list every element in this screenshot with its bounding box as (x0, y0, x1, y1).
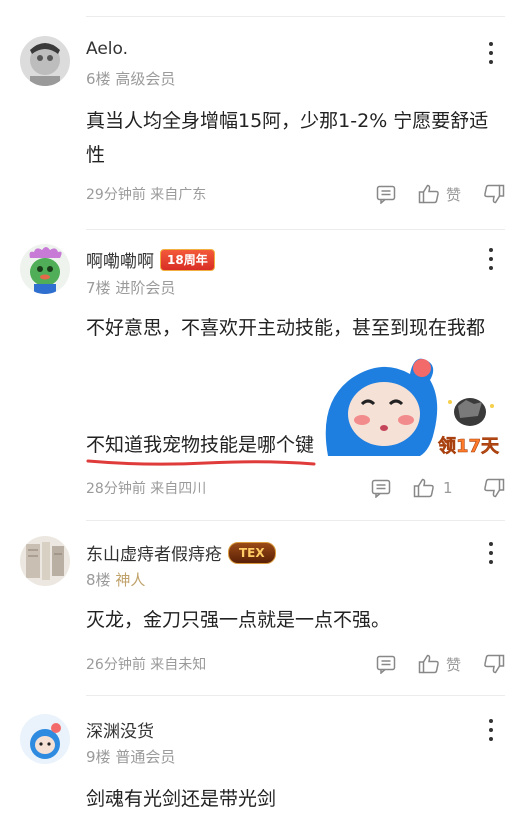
divider (86, 16, 505, 17)
comment-time-location: 28分钟前 来自四川 (86, 481, 207, 497)
divider (86, 695, 505, 696)
reply-icon (371, 479, 391, 498)
reply-icon (376, 185, 396, 204)
like-button[interactable]: 1 (413, 478, 461, 498)
floor-number: 8楼 (86, 571, 111, 589)
avatar[interactable] (20, 536, 70, 586)
comment-meta: 6楼 高级会员 (86, 68, 175, 89)
member-level: 进阶会员 (115, 279, 176, 297)
like-label: 赞 (445, 655, 461, 674)
red-underline-annotation (86, 459, 316, 466)
like-button[interactable]: 赞 (418, 184, 461, 205)
dislike-button[interactable] (483, 184, 505, 204)
username[interactable]: Aelo. (86, 39, 128, 59)
thumbs-down-icon (484, 184, 505, 204)
comment-text: 剑魂有光剑还是带光剑 (86, 788, 277, 810)
like-count: 1 (443, 479, 453, 497)
avatar[interactable] (20, 244, 70, 294)
floor-number: 7楼 (86, 279, 111, 297)
username[interactable]: 东山虚痔者假痔疮 TEX (86, 540, 276, 565)
more-options-icon[interactable] (481, 542, 501, 564)
divider (86, 520, 505, 521)
thumbs-down-icon (484, 654, 505, 674)
member-level: 高级会员 (115, 70, 176, 88)
more-options-icon[interactable] (481, 248, 501, 270)
comment-text: 真当人均全身增幅15阿，少那1-2% 宁愿要舒适性 (86, 110, 489, 166)
username[interactable]: 深渊没货 (86, 717, 154, 742)
member-level: 普通会员 (115, 748, 176, 766)
comment-footer: 26分钟前 来自未知 赞 (86, 652, 505, 676)
avatar[interactable] (20, 714, 70, 764)
reply-button[interactable] (376, 654, 396, 674)
dislike-button[interactable] (483, 654, 505, 674)
divider (86, 229, 505, 230)
username-text[interactable]: 东山虚痔者假痔疮 (86, 540, 222, 565)
member-level: 神人 (115, 571, 146, 589)
reply-icon (376, 655, 396, 674)
comment-footer: 28分钟前 来自四川 1 (86, 476, 505, 500)
comment-time-location: 26分钟前 来自未知 (86, 657, 207, 673)
reply-button[interactable] (376, 184, 396, 204)
comment-footer: 29分钟前 来自广东 赞 (86, 182, 505, 206)
username[interactable]: 啊嘞嘞啊 18周年 (86, 247, 215, 272)
comment-text: 灭龙，金刀只强一点就是一点不强。 (86, 609, 391, 631)
thumbs-up-icon (418, 654, 439, 674)
comment-thread: Aelo. 6楼 高级会员 真当人均全身增幅15阿，少那1-2% 宁愿要舒适性 … (0, 0, 525, 815)
promo-gift-box[interactable]: 领17天 (436, 392, 506, 462)
more-options-icon[interactable] (481, 719, 501, 741)
comment-time-location: 29分钟前 来自广东 (86, 187, 207, 203)
promo-label: 领17天 (438, 436, 500, 458)
thumbs-up-icon (418, 184, 439, 204)
avatar[interactable] (20, 36, 70, 86)
anniversary-badge[interactable]: 18周年 (160, 248, 215, 271)
like-label: 赞 (445, 185, 461, 204)
thumbs-up-icon (413, 478, 434, 498)
dislike-button[interactable] (483, 478, 505, 498)
like-button[interactable]: 赞 (418, 654, 461, 675)
username-text[interactable]: 深渊没货 (86, 717, 154, 742)
comment-meta: 8楼 神人 (86, 569, 145, 590)
username-text[interactable]: 啊嘞嘞啊 (86, 247, 154, 272)
username-text[interactable]: Aelo. (86, 39, 128, 59)
tex-badge[interactable]: TEX (228, 541, 276, 564)
emoji-sticker (322, 352, 440, 456)
comment-meta: 7楼 进阶会员 (86, 277, 175, 298)
floor-number: 9楼 (86, 748, 111, 766)
comment-meta: 9楼 普通会员 (86, 746, 175, 767)
floor-number: 6楼 (86, 70, 111, 88)
thumbs-down-icon (484, 478, 505, 498)
more-options-icon[interactable] (481, 42, 501, 64)
reply-button[interactable] (371, 478, 391, 498)
comment-text-line: 不好意思，不喜欢开主动技能，甚至到现在我都 (86, 317, 486, 339)
